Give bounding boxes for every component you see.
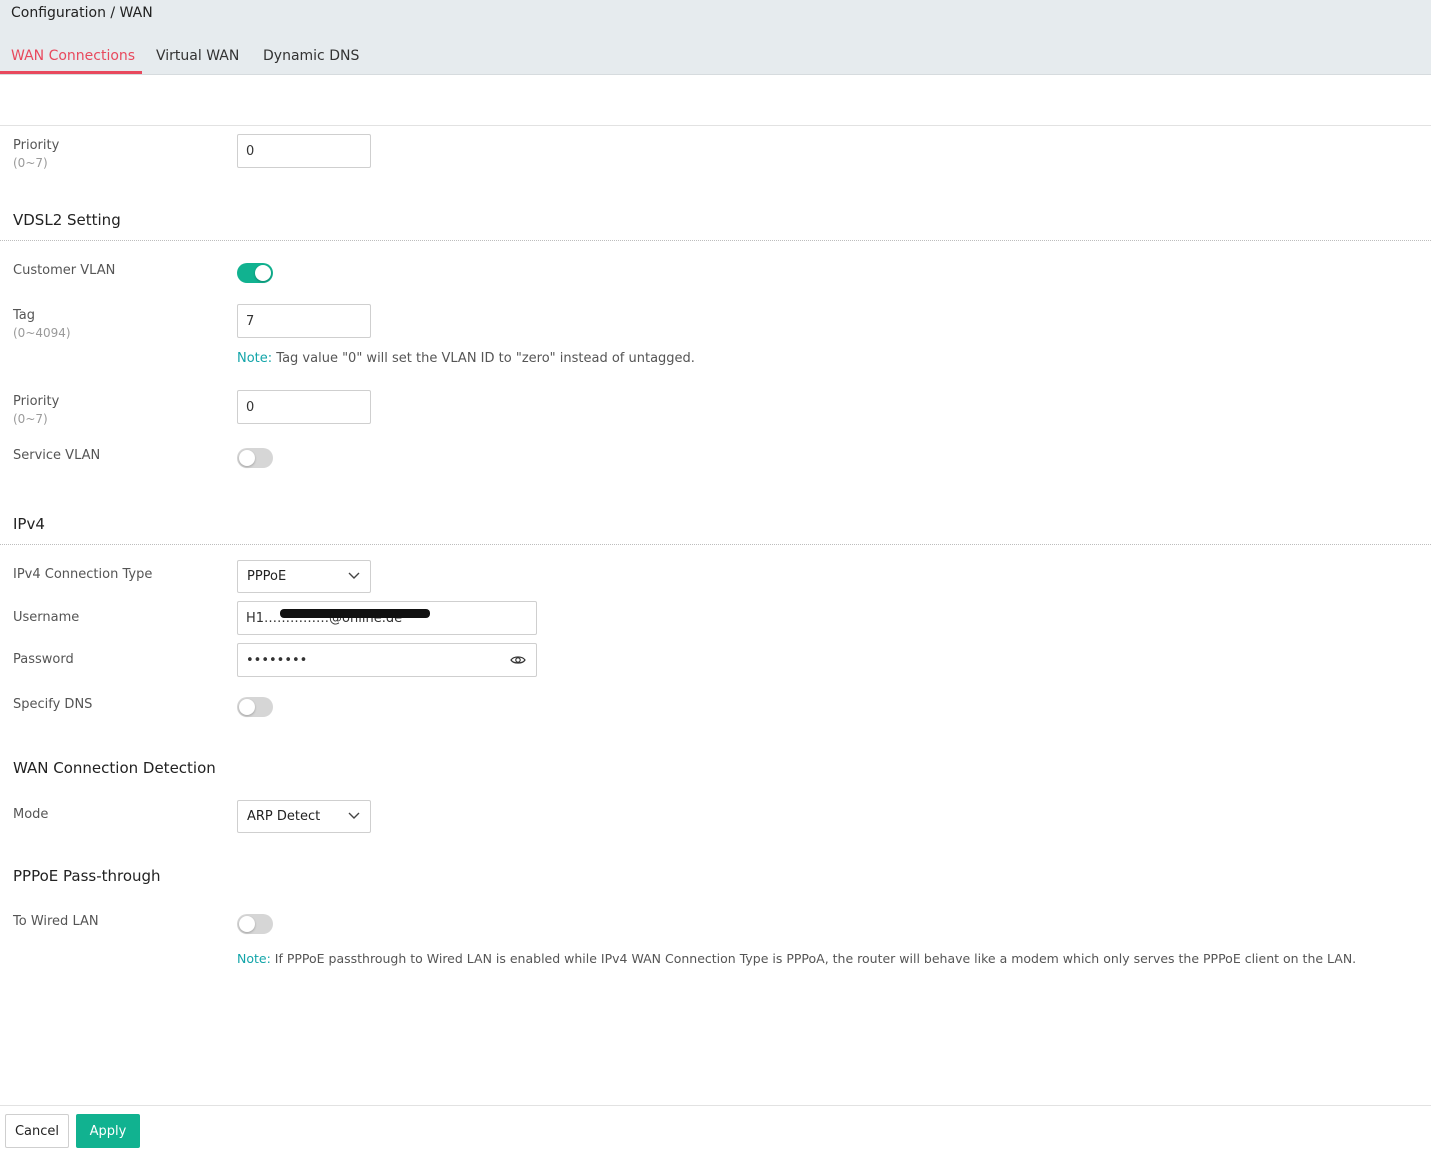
service-vlan-label: Service VLAN — [13, 448, 101, 463]
specify-dns-label: Specify DNS — [13, 697, 93, 712]
password-input[interactable] — [237, 643, 537, 677]
username-label: Username — [13, 610, 80, 625]
ipv4-section-title: IPv4 — [13, 515, 45, 533]
tab-dynamic-dns[interactable]: Dynamic DNS — [263, 48, 359, 64]
note-label: Note: — [237, 351, 273, 366]
note-text: Tag value "0" will set the VLAN ID to "z… — [272, 351, 695, 366]
vlan-priority-range: (0~7) — [13, 412, 48, 426]
tag-input[interactable] — [237, 304, 371, 338]
to-wired-lan-toggle[interactable] — [237, 914, 273, 934]
password-label: Password — [13, 652, 74, 667]
mode-select[interactable]: ARP Detect — [237, 800, 371, 833]
chevron-down-icon — [348, 812, 360, 819]
footer-divider — [0, 1105, 1431, 1106]
divider — [0, 125, 1431, 126]
eye-icon[interactable] — [510, 653, 526, 667]
tag-note: Note: Tag value "0" will set the VLAN ID… — [237, 351, 695, 366]
toggle-knob — [239, 699, 255, 715]
chevron-down-icon — [348, 572, 360, 579]
note-label: Note: — [237, 951, 271, 966]
passthrough-section-title: PPPoE Pass-through — [13, 867, 161, 885]
active-tab-indicator — [0, 71, 142, 74]
section-divider — [0, 240, 1431, 241]
detection-section-title: WAN Connection Detection — [13, 759, 216, 777]
tab-wan-connections[interactable]: WAN Connections — [11, 48, 135, 64]
page-header: Configuration / WAN WAN Connections Virt… — [0, 0, 1431, 75]
toggle-knob — [239, 450, 255, 466]
redaction-mark — [280, 609, 430, 618]
toggle-knob — [239, 916, 255, 932]
passthrough-note: Note: If PPPoE passthrough to Wired LAN … — [237, 951, 1356, 966]
vlan-priority-label: Priority — [13, 394, 60, 409]
ipv4-connection-type-label: IPv4 Connection Type — [13, 567, 153, 582]
select-value: PPPoE — [247, 569, 287, 584]
priority-input[interactable] — [237, 134, 371, 168]
cancel-button[interactable]: Cancel — [5, 1114, 69, 1148]
tag-label: Tag — [13, 308, 36, 323]
select-value: ARP Detect — [247, 809, 321, 824]
toggle-knob — [255, 265, 271, 281]
service-vlan-toggle[interactable] — [237, 448, 273, 468]
vdsl2-section-title: VDSL2 Setting — [13, 211, 121, 229]
tab-virtual-wan[interactable]: Virtual WAN — [156, 48, 239, 64]
priority-range: (0~7) — [13, 156, 48, 170]
username-input[interactable] — [237, 601, 537, 635]
specify-dns-toggle[interactable] — [237, 697, 273, 717]
to-wired-lan-label: To Wired LAN — [13, 914, 99, 929]
apply-button[interactable]: Apply — [76, 1114, 140, 1148]
priority-label: Priority — [13, 138, 60, 153]
note-text: If PPPoE passthrough to Wired LAN is ena… — [270, 951, 1357, 966]
section-divider — [0, 544, 1431, 545]
tag-range: (0~4094) — [13, 326, 71, 340]
vlan-priority-input[interactable] — [237, 390, 371, 424]
ipv4-connection-type-select[interactable]: PPPoE — [237, 560, 371, 593]
breadcrumb: Configuration / WAN — [11, 5, 153, 21]
customer-vlan-toggle[interactable] — [237, 263, 273, 283]
mode-label: Mode — [13, 807, 49, 822]
customer-vlan-label: Customer VLAN — [13, 263, 116, 278]
